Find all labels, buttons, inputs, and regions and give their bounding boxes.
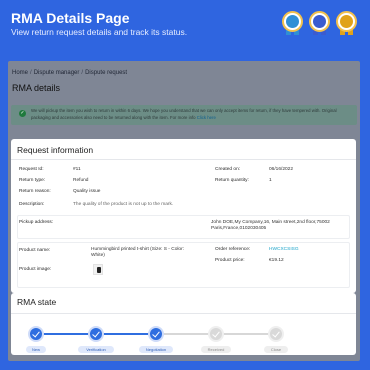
alert-text: We will pickup the item you wish to retu… <box>31 108 337 120</box>
banner-title: RMA Details Page <box>11 10 130 26</box>
product-price-value: €19.12 <box>269 258 284 263</box>
check-circle-icon: ✓ <box>19 110 26 117</box>
step-close-icon <box>268 326 284 342</box>
screenshot-frame: Home / Dispute manager / Dispute request RMA… <box>8 61 360 361</box>
page-title: RMA details <box>12 83 61 93</box>
order-reference-link[interactable]: HWCXCSISG <box>269 247 299 252</box>
breadcrumb-home[interactable]: Home <box>12 70 28 76</box>
rma-stepper: New Verification Negotiation Received Cl… <box>26 326 346 356</box>
description-value: The quality of the product is not up to … <box>73 202 174 207</box>
product-thumbnail[interactable] <box>93 264 103 275</box>
breadcrumb-current: Dispute request <box>85 70 128 76</box>
request-info-heading: Request information <box>17 145 94 155</box>
info-alert: ✓ We will pickup the item you wish to re… <box>11 105 357 125</box>
step-new-label: New <box>26 346 46 353</box>
request-id-value: #11 <box>73 167 81 172</box>
award-badge-icon <box>308 8 331 35</box>
step-received-icon <box>208 326 224 342</box>
created-on-value: 06/16/2022 <box>269 167 294 172</box>
step-close-label: Close <box>264 346 288 353</box>
return-quantity-label: Return quantity: <box>215 178 249 183</box>
banner-subtitle: View return request details and track it… <box>11 27 188 37</box>
request-id-label: Request Id: <box>19 167 44 172</box>
return-reason-value: Quality issue <box>73 189 101 194</box>
breadcrumb: Home / Dispute manager / Dispute request <box>12 70 128 76</box>
step-verification-icon <box>88 326 104 342</box>
product-price-label: Product price: <box>215 258 245 263</box>
product-image-label: Product image: <box>19 267 52 272</box>
step-negotiation-icon <box>148 326 164 342</box>
rma-state-card: RMA state New Verification Negotiation R… <box>11 293 356 355</box>
step-negotiation-label: Negotiation <box>139 346 173 353</box>
request-info-card: Request information Request Id: #11 Retu… <box>11 139 356 293</box>
award-badge-icon <box>281 8 304 35</box>
product-name-value: Hummingbird printed t-shirt (Size: S - C… <box>91 247 185 258</box>
return-quantity-value: 1 <box>269 178 272 183</box>
alert-link[interactable]: Click here <box>197 115 216 120</box>
step-received-label: Received <box>201 346 231 353</box>
return-reason-label: Return reason: <box>19 189 51 194</box>
award-badge-icon <box>335 8 358 35</box>
order-reference-label: Order reference: <box>215 247 251 252</box>
return-type-label: Return type: <box>19 178 46 183</box>
step-new-icon <box>28 326 44 342</box>
badge-group <box>281 8 358 35</box>
rma-state-heading: RMA state <box>17 297 57 307</box>
description-label: Description: <box>19 202 45 207</box>
return-type-value: Refund <box>73 178 89 183</box>
pickup-address-label: Pickup address: <box>19 220 54 225</box>
breadcrumb-dispute-manager[interactable]: Dispute manager <box>34 70 80 76</box>
step-verification-label: Verification <box>78 346 114 353</box>
pickup-address-value: John DOE,My Company,16, Main street,2nd … <box>211 220 330 231</box>
created-on-label: Created on: <box>215 167 241 172</box>
product-name-label: Product name: <box>19 248 51 253</box>
